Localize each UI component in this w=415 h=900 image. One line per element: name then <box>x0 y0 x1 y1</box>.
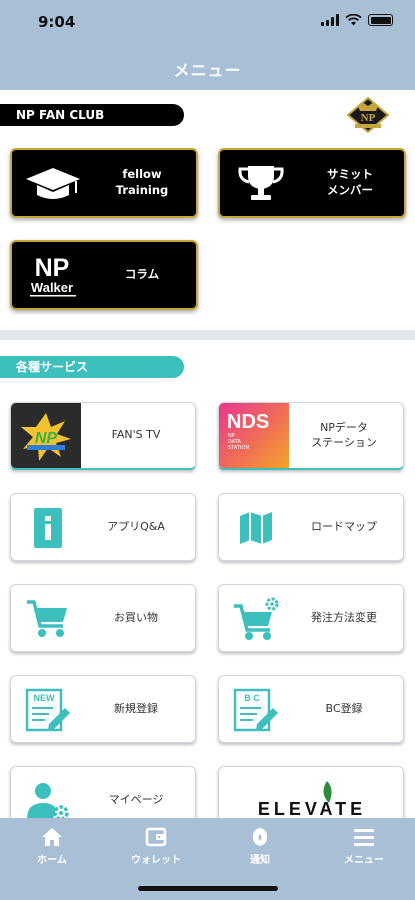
page-title: メニュー <box>173 61 242 80</box>
np-walker-logo: NP Walker <box>30 254 76 297</box>
my-page-button[interactable]: マイページ <box>10 766 196 818</box>
status-time: 9:04 <box>38 13 76 31</box>
nav-header: メニュー <box>0 44 415 90</box>
np-data-station-button[interactable]: NDS NP DATA STATION NPデータ ステーション <box>218 402 404 470</box>
svg-text:B C: B C <box>244 693 260 703</box>
cart-settings-icon <box>225 591 287 647</box>
map-icon <box>225 500 287 556</box>
tab-menu-label: メニュー <box>344 855 384 866</box>
summit-member-label: サミット メンバー <box>327 167 373 197</box>
bc-registration-button[interactable]: B C BC登録 <box>218 675 404 743</box>
home-icon <box>42 828 62 846</box>
menu-icon <box>354 829 374 846</box>
tab-wallet[interactable]: ウォレット <box>104 826 208 870</box>
svg-text:NP: NP <box>35 430 58 447</box>
shopping-label: お買い物 <box>114 610 158 624</box>
tab-notifications[interactable]: 通知 <box>208 826 312 870</box>
my-page-label: マイページ <box>108 792 164 806</box>
roadmap-label: ロードマップ <box>311 519 377 533</box>
np-data-station-label: NPデータ ステーション <box>311 420 377 449</box>
signal-icon <box>321 14 339 26</box>
tab-home-label: ホーム <box>37 855 67 866</box>
fan-club-section-label: NP FAN CLUB <box>0 104 184 126</box>
svg-text:NP: NP <box>35 254 70 282</box>
info-icon <box>17 500 79 556</box>
shopping-button[interactable]: お買い物 <box>10 584 196 652</box>
order-method-change-label: 発注方法変更 <box>311 610 377 624</box>
fans-tv-label: FAN'S TV <box>111 428 161 442</box>
elevate-button[interactable]: ELEVATE <box>218 766 404 818</box>
menu-content[interactable]: NP FAN CLUB NP fellow Training サミット メンバー… <box>0 90 415 818</box>
app-qa-label: アプリQ&A <box>107 519 165 533</box>
order-method-change-button[interactable]: 発注方法変更 <box>218 584 404 652</box>
summit-member-button[interactable]: サミット メンバー <box>218 148 406 218</box>
new-registration-button[interactable]: NEW 新規登録 <box>10 675 196 743</box>
home-indicator <box>138 886 278 891</box>
roadmap-button[interactable]: ロードマップ <box>218 493 404 561</box>
nds-logo: NDS NP DATA STATION <box>219 403 289 468</box>
fans-tv-button[interactable]: NP FAN'S TV <box>10 402 196 470</box>
app-qa-button[interactable]: アプリQ&A <box>10 493 196 561</box>
column-label: コラム <box>124 267 160 282</box>
elevate-logo: ELEVATE <box>258 781 366 818</box>
fellow-training-button[interactable]: fellow Training <box>10 148 198 218</box>
svg-text:NP: NP <box>361 112 376 124</box>
fans-tv-logo: NP <box>11 403 81 468</box>
tab-notifications-label: 通知 <box>250 855 270 866</box>
graduation-cap-icon <box>26 168 80 199</box>
tab-home[interactable]: ホーム <box>0 826 104 870</box>
bc-register-icon: B C <box>225 682 287 738</box>
services-section-label: 各種サービス <box>0 356 184 378</box>
new-registration-label: 新規登録 <box>114 701 158 715</box>
user-settings-icon <box>17 773 79 818</box>
status-icons <box>321 14 393 26</box>
shopping-cart-icon <box>17 591 79 647</box>
new-register-icon: NEW <box>17 682 79 738</box>
status-bar: 9:04 <box>0 0 415 44</box>
svg-text:ELEVATE: ELEVATE <box>258 799 366 818</box>
section-divider <box>0 330 415 340</box>
battery-icon <box>368 14 393 26</box>
svg-text:NEW: NEW <box>34 693 56 703</box>
bc-registration-label: BC登録 <box>325 701 363 715</box>
tab-wallet-label: ウォレット <box>131 855 181 866</box>
np-crown-logo: NP <box>346 96 390 134</box>
wallet-icon <box>145 827 167 847</box>
column-button[interactable]: NP Walker コラム <box>10 240 198 310</box>
fellow-training-label: fellow Training <box>115 167 169 197</box>
trophy-icon <box>238 166 284 200</box>
bell-icon <box>253 828 267 846</box>
wifi-icon <box>345 14 362 26</box>
tab-menu[interactable]: メニュー <box>312 826 415 870</box>
svg-text:Walker: Walker <box>31 280 73 295</box>
